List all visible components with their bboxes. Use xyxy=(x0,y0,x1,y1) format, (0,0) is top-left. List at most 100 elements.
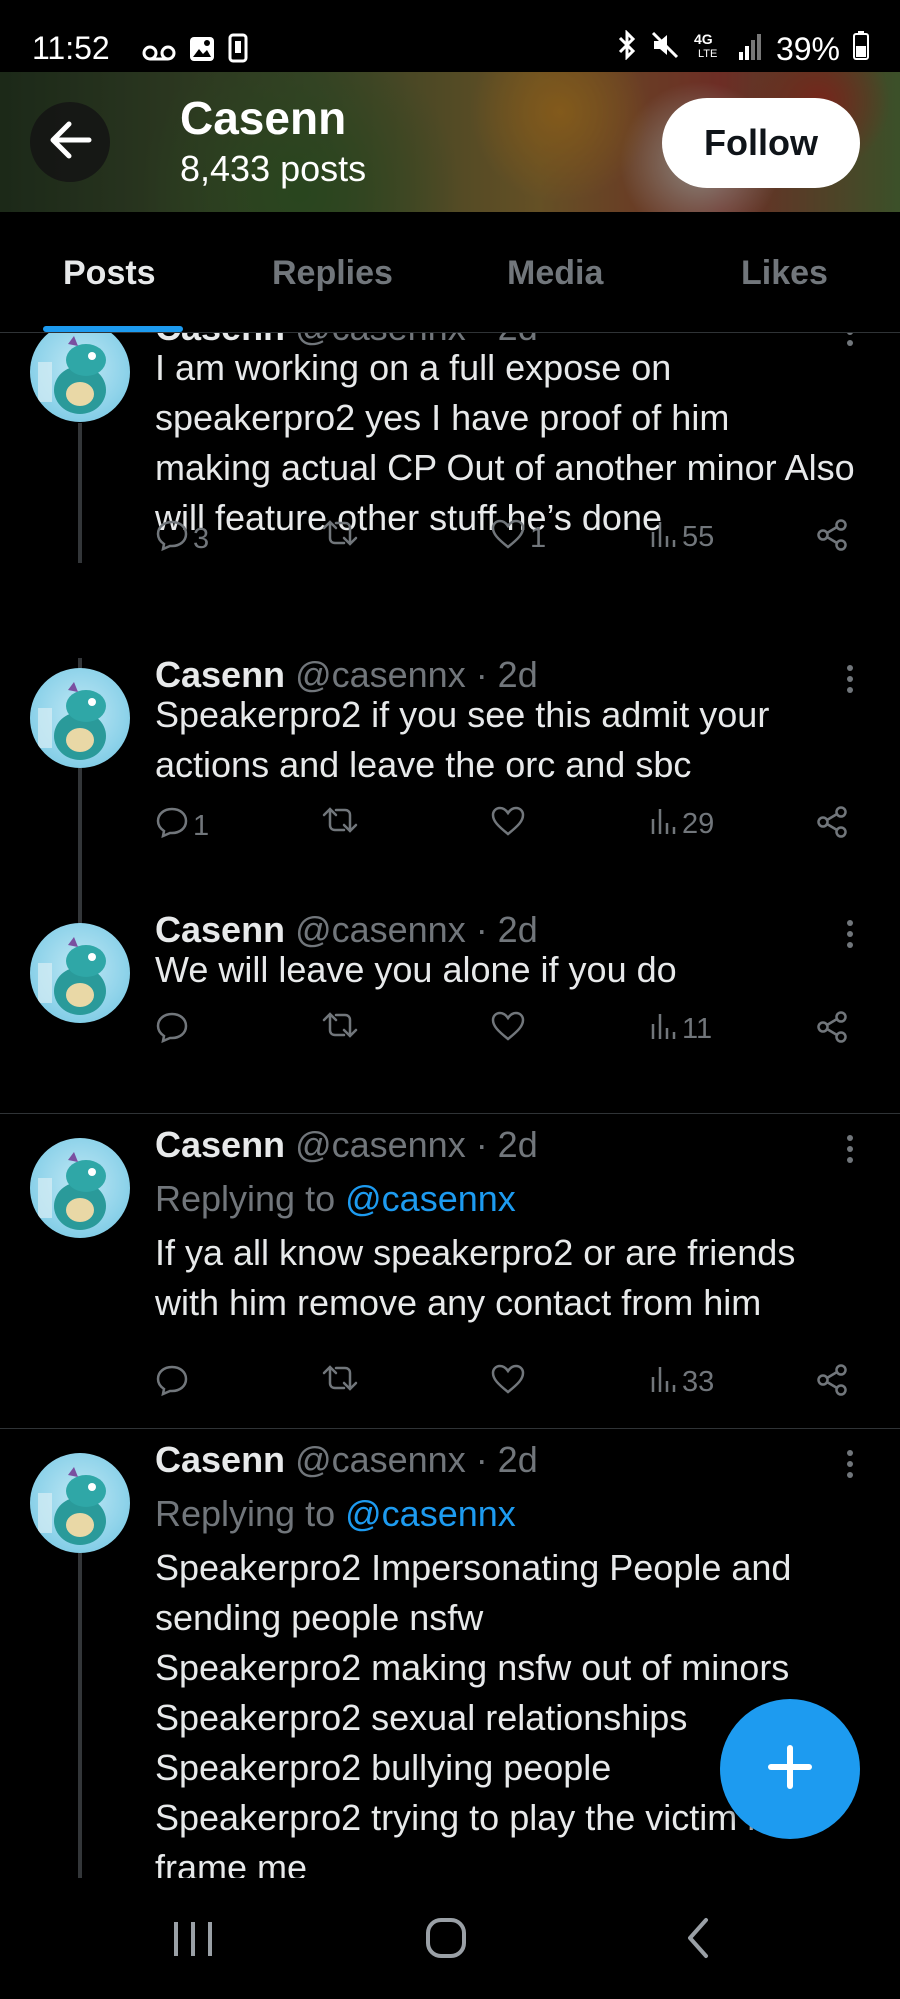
like-icon xyxy=(490,518,526,558)
post-text: We will leave you alone if you do xyxy=(155,949,677,990)
views-icon xyxy=(650,805,678,843)
author-handle[interactable]: @casennx · 2d xyxy=(295,909,538,950)
like-button[interactable] xyxy=(490,1010,526,1050)
post-text-line: frame me xyxy=(155,1847,308,1878)
author-name[interactable]: Casenn xyxy=(155,909,285,950)
bluetooth-icon xyxy=(616,29,638,68)
views-icon xyxy=(650,1010,678,1048)
post[interactable]: Casenn @casennx · 2d Speakerpro2 if you … xyxy=(0,654,900,926)
compose-button[interactable] xyxy=(720,1699,860,1839)
views-button[interactable]: 29 xyxy=(650,805,714,843)
posts-feed[interactable]: Casenn @casennx · 2d I am working on a f… xyxy=(0,333,900,1878)
views-button[interactable]: 33 xyxy=(650,1363,714,1401)
share-button[interactable] xyxy=(815,518,849,560)
reply-icon xyxy=(155,805,189,847)
post-text-line: Speakerpro2 making nsfw out of minors xyxy=(155,1647,790,1688)
like-icon xyxy=(490,1363,526,1403)
status-bar: 11:52 4G LTE 39% xyxy=(0,0,900,72)
replying-to: Replying to @casennx xyxy=(155,1178,516,1219)
reply-icon xyxy=(155,1010,189,1052)
lte-icon: 4G LTE xyxy=(692,30,726,68)
profile-header-banner: Casenn 8,433 posts Follow xyxy=(0,72,900,212)
avatar[interactable] xyxy=(30,668,130,768)
thread-line xyxy=(78,423,82,563)
recents-icon[interactable] xyxy=(170,1918,216,1965)
author-name[interactable]: Casenn xyxy=(155,654,285,695)
thread-line xyxy=(78,768,82,926)
reply-icon xyxy=(155,1363,189,1405)
retweet-button[interactable] xyxy=(320,518,360,556)
views-button[interactable]: 55 xyxy=(650,518,714,556)
post-count: 8,433 posts xyxy=(180,148,367,189)
tab-media[interactable]: Media xyxy=(507,254,603,293)
share-icon xyxy=(815,805,849,847)
like-button[interactable] xyxy=(490,1363,526,1403)
share-button[interactable] xyxy=(815,1010,849,1052)
author-handle[interactable]: @casennx · 2d xyxy=(295,654,538,695)
avatar[interactable] xyxy=(30,1453,130,1553)
more-icon[interactable] xyxy=(846,1134,854,1169)
replying-to-link[interactable]: @casennx xyxy=(345,1178,516,1219)
mute-icon xyxy=(650,30,680,68)
avatar[interactable] xyxy=(30,923,130,1023)
tab-posts[interactable]: Posts xyxy=(63,254,156,293)
post[interactable]: Casenn @casennx · 2d We will leave you a… xyxy=(0,909,900,1123)
post[interactable]: Casenn @casennx · 2d I am working on a f… xyxy=(0,333,900,563)
share-button[interactable] xyxy=(815,805,849,847)
post-actions: 11 xyxy=(155,1010,865,1050)
home-icon[interactable] xyxy=(424,1916,468,1965)
retweet-icon xyxy=(320,1010,360,1048)
share-button[interactable] xyxy=(815,1363,849,1405)
reply-button[interactable] xyxy=(155,1363,189,1405)
like-icon xyxy=(490,1010,526,1050)
author-name[interactable]: Casenn xyxy=(155,1439,285,1480)
share-icon xyxy=(815,1363,849,1405)
thread-line xyxy=(78,1553,82,1878)
compose-icon xyxy=(765,1742,815,1797)
active-tab-indicator xyxy=(43,326,183,332)
retweet-button[interactable] xyxy=(320,805,360,843)
post-text-line: Speakerpro2 Impersonating People and xyxy=(155,1547,792,1588)
back-button[interactable] xyxy=(30,102,110,182)
author-handle[interactable]: @casennx · 2d xyxy=(295,1124,538,1165)
views-button[interactable]: 11 xyxy=(650,1010,712,1048)
avatar[interactable] xyxy=(30,1138,130,1238)
system-nav-bar xyxy=(0,1878,900,1999)
reply-button[interactable]: 3 xyxy=(155,518,209,560)
replying-to: Replying to @casennx xyxy=(155,1493,516,1534)
author-handle[interactable]: @casennx · 2d xyxy=(295,1439,538,1480)
like-button[interactable]: 1 xyxy=(490,518,546,558)
retweet-button[interactable] xyxy=(320,1010,360,1048)
replying-to-link[interactable]: @casennx xyxy=(345,1493,516,1534)
post-text: If ya all know speakerpro2 or are friend… xyxy=(155,1232,796,1323)
post-text-line: sending people nsfw xyxy=(155,1597,484,1638)
nav-back-icon[interactable] xyxy=(684,1916,712,1965)
like-button[interactable] xyxy=(490,805,526,845)
author-name[interactable]: Casenn xyxy=(155,1124,285,1165)
status-time: 11:52 xyxy=(32,30,110,66)
voicemail-icon xyxy=(142,34,176,71)
tab-replies[interactable]: Replies xyxy=(272,254,393,293)
reply-button[interactable] xyxy=(155,1010,189,1052)
share-icon xyxy=(815,518,849,560)
retweet-icon xyxy=(320,518,360,556)
profile-name: Casenn xyxy=(180,92,347,144)
retweet-icon xyxy=(320,805,360,843)
phone-icon xyxy=(228,33,248,71)
gallery-icon xyxy=(188,34,216,71)
follow-button[interactable]: Follow xyxy=(662,98,860,188)
reply-button[interactable]: 1 xyxy=(155,805,209,847)
share-icon xyxy=(815,1010,849,1052)
more-icon[interactable] xyxy=(846,1449,854,1484)
divider xyxy=(0,1428,900,1429)
avatar[interactable] xyxy=(30,333,130,422)
post[interactable]: Casenn @casennx · 2d Replying to @casenn… xyxy=(0,1124,900,1428)
battery-percent: 39% xyxy=(775,30,840,67)
retweet-button[interactable] xyxy=(320,1363,360,1401)
views-icon xyxy=(650,518,678,556)
tab-likes[interactable]: Likes xyxy=(741,254,828,293)
like-icon xyxy=(490,805,526,845)
post-actions: 33 xyxy=(155,1363,865,1403)
signal-icon xyxy=(738,31,764,68)
retweet-icon xyxy=(320,1363,360,1401)
